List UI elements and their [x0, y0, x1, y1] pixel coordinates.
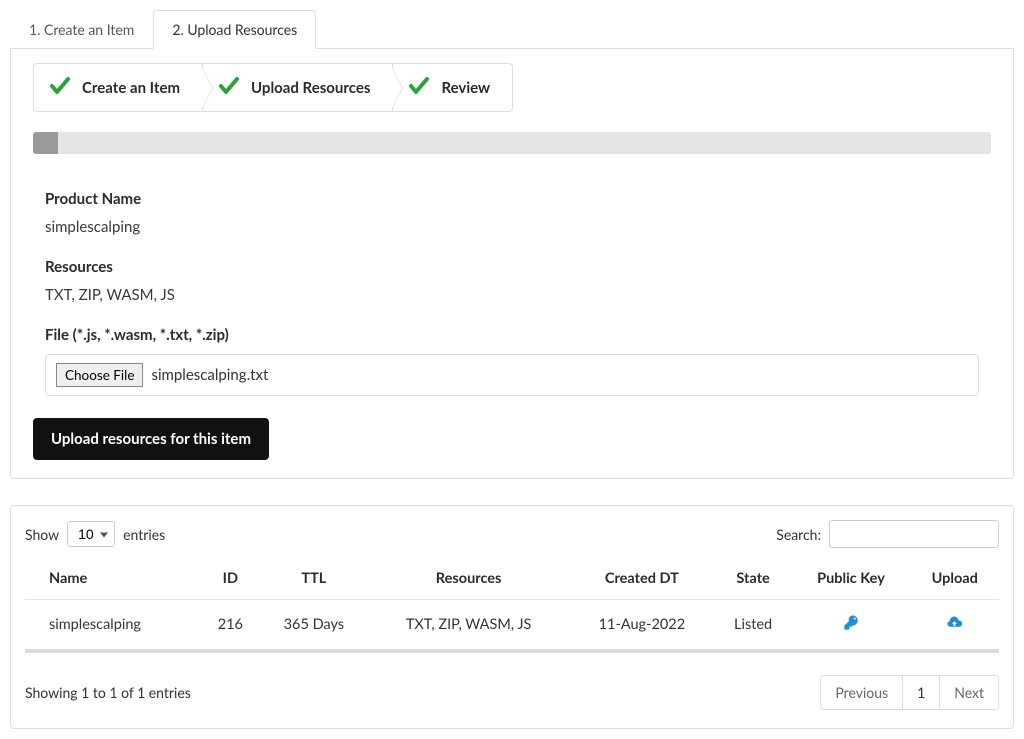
cell-ttl: 365 Days	[260, 600, 369, 652]
wizard-step-review[interactable]: Review	[393, 63, 513, 112]
tab-panel: Create an Item Upload Resources Review P…	[10, 49, 1014, 479]
wizard-step-create[interactable]: Create an Item	[33, 63, 203, 112]
upload-form: Product Name simplescalping Resources TX…	[11, 190, 1013, 396]
col-ttl[interactable]: TTL	[260, 558, 369, 600]
cell-name: simplescalping	[25, 600, 201, 652]
table-controls: Show 10 entries Search:	[25, 520, 999, 548]
col-public-key[interactable]: Public Key	[792, 558, 911, 600]
upload-resources-button[interactable]: Upload resources for this item	[33, 418, 269, 460]
progress-bar-area	[11, 132, 1013, 168]
cell-resources: TXT, ZIP, WASM, JS	[368, 600, 569, 652]
search-label: Search:	[776, 526, 821, 543]
product-name-label: Product Name	[45, 190, 979, 208]
wizard-steps: Create an Item Upload Resources Review	[11, 49, 1013, 132]
tab-create-item[interactable]: 1. Create an Item	[10, 10, 153, 49]
entries-select-wrap: 10	[67, 521, 115, 547]
resources-label: Resources	[45, 258, 979, 276]
col-name[interactable]: Name	[25, 558, 201, 600]
progress-bar	[33, 132, 991, 154]
wizard-step-label: Upload Resources	[251, 79, 370, 97]
table-footer: Showing 1 to 1 of 1 entries Previous 1 N…	[25, 671, 999, 710]
choose-file-button[interactable]: Choose File	[56, 363, 143, 387]
file-input-row: Choose File simplescalping.txt	[45, 354, 979, 396]
col-upload[interactable]: Upload	[910, 558, 999, 600]
pagination: Previous 1 Next	[820, 675, 999, 710]
cell-upload	[910, 600, 999, 652]
col-state[interactable]: State	[715, 558, 792, 600]
table-info: Showing 1 to 1 of 1 entries	[25, 684, 191, 701]
show-suffix: entries	[123, 526, 165, 543]
check-icon	[48, 74, 72, 101]
entries-select[interactable]: 10	[67, 521, 115, 547]
entries-length-control: Show 10 entries	[25, 521, 165, 547]
cell-public-key	[792, 600, 911, 652]
chosen-file-name: simplescalping.txt	[151, 366, 268, 384]
wizard-step-label: Create an Item	[82, 79, 180, 97]
progress-bar-fill	[33, 132, 58, 154]
tabs-bar: 1. Create an Item 2. Upload Resources	[10, 10, 1014, 49]
cell-state: Listed	[715, 600, 792, 652]
table-row: simplescalping 216 365 Days TXT, ZIP, WA…	[25, 600, 999, 652]
tab-upload-resources[interactable]: 2. Upload Resources	[153, 10, 316, 49]
pager-previous[interactable]: Previous	[821, 676, 902, 709]
col-resources[interactable]: Resources	[368, 558, 569, 600]
check-icon	[407, 74, 431, 101]
cell-created: 11-Aug-2022	[569, 600, 715, 652]
product-name-value: simplescalping	[45, 218, 979, 236]
items-table-card: Show 10 entries Search: Name ID TTL Reso…	[10, 505, 1014, 729]
items-table: Name ID TTL Resources Created DT State P…	[25, 558, 999, 653]
search-input[interactable]	[829, 520, 999, 548]
cloud-upload-icon[interactable]	[946, 614, 963, 631]
resources-value: TXT, ZIP, WASM, JS	[45, 286, 979, 304]
key-icon[interactable]	[843, 614, 860, 631]
pager-page-1[interactable]: 1	[902, 676, 939, 709]
file-label: File (*.js, *.wasm, *.txt, *.zip)	[45, 326, 979, 344]
col-created[interactable]: Created DT	[569, 558, 715, 600]
table-header-row: Name ID TTL Resources Created DT State P…	[25, 558, 999, 600]
pager-next[interactable]: Next	[939, 676, 998, 709]
wizard-step-label: Review	[441, 79, 490, 97]
show-prefix: Show	[25, 526, 59, 543]
wizard-step-upload[interactable]: Upload Resources	[203, 63, 393, 112]
col-id[interactable]: ID	[201, 558, 260, 600]
cell-id: 216	[201, 600, 260, 652]
table-search: Search:	[776, 520, 999, 548]
check-icon	[217, 74, 241, 101]
